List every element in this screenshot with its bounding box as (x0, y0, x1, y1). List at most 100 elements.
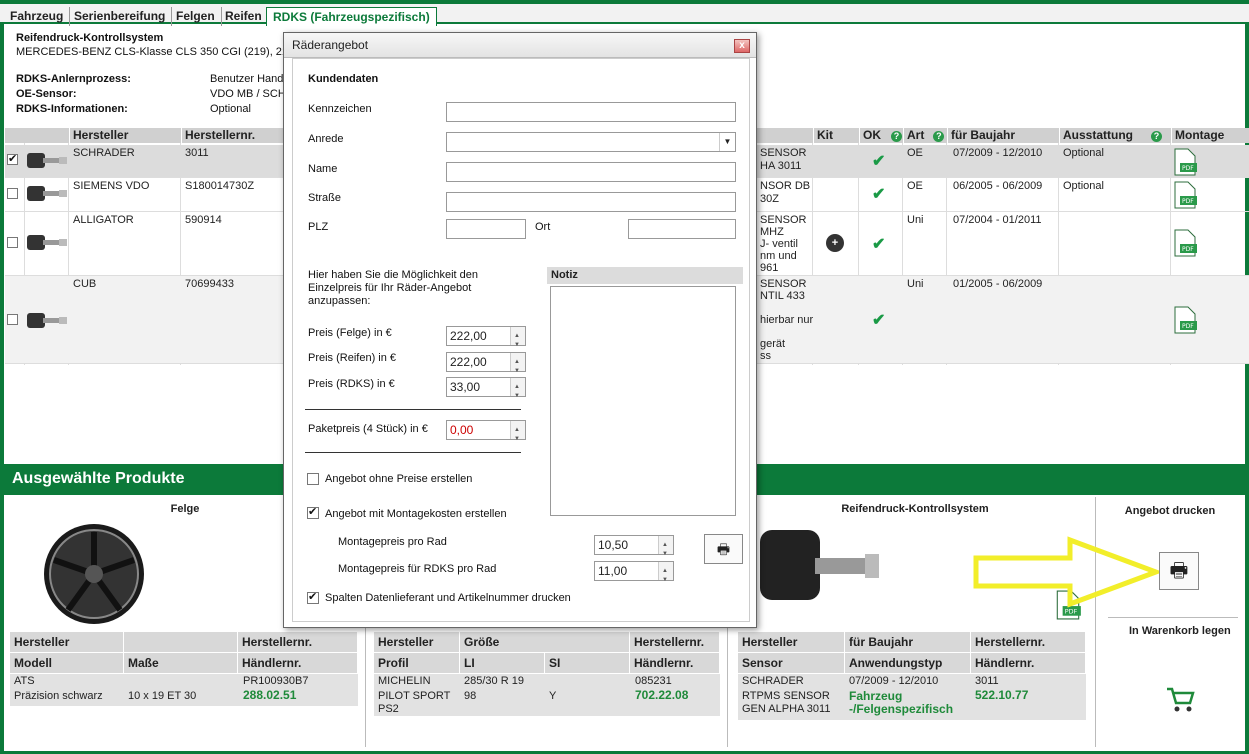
montage-rdks-label: Montagepreis für RDKS pro Rad (338, 563, 497, 575)
tire-maker: MICHELIN (378, 675, 431, 687)
rdks-sensor: RTPMS SENSOR GEN ALPHA 3011 (742, 690, 831, 715)
felge-maker: ATS (14, 675, 35, 687)
ok-check-icon: ✔ (872, 153, 886, 170)
preis-reifen-stepper[interactable]: 222,00 (446, 352, 526, 380)
print-offer-button[interactable]: 🖶 (1159, 552, 1199, 590)
col-baujahr[interactable]: für Baujahr (947, 128, 1059, 143)
felge-h-blank (124, 632, 238, 652)
col-herstellernr[interactable]: Herstellernr. (181, 128, 281, 143)
ort-input[interactable] (628, 219, 736, 239)
spin-arrows-icon[interactable] (510, 327, 525, 354)
name-label: Name (308, 163, 338, 175)
plz-label: PLZ (308, 221, 329, 233)
help-icon[interactable]: ? (1151, 131, 1162, 142)
spin-arrows-icon[interactable] (510, 353, 525, 380)
row-art: Uni (907, 278, 924, 290)
tab-fahrzeug[interactable]: Fahrzeug (4, 7, 71, 26)
pdf-icon[interactable]: PDF (1172, 148, 1198, 176)
row-herstellernr: 590914 (185, 214, 222, 226)
kit-plus-icon[interactable]: + (826, 234, 844, 252)
col-ok[interactable]: OK? (859, 128, 903, 143)
felge-heading: Felge (170, 503, 200, 515)
ok-check-icon: ✔ (872, 312, 886, 329)
col-kit[interactable]: Kit? (813, 128, 859, 157)
cart-icon[interactable] (1165, 686, 1195, 714)
pdf-icon[interactable]: PDF (1172, 306, 1198, 334)
opt-montagekosten-checkbox[interactable] (307, 505, 319, 519)
spin-arrows-icon[interactable] (510, 421, 525, 448)
rdks-h-haendlernr: Händlernr. (971, 653, 1086, 673)
preis-felge-stepper[interactable]: 222,00 (446, 326, 526, 354)
plz-input[interactable] (446, 219, 526, 239)
tab-serienbereifung[interactable]: Serienbereifung (68, 7, 173, 26)
row-checkbox[interactable] (7, 188, 18, 199)
montage-rad-value: 10,50 (598, 538, 629, 552)
anrede-label: Anrede (308, 133, 344, 145)
col-art-label: Art (907, 128, 925, 142)
kennzeichen-input[interactable] (446, 102, 736, 122)
tire-h-profil: Profil (374, 653, 460, 673)
row-description: SENSOR MHZ J- ventil nm und 961 (760, 214, 807, 274)
row-checkbox[interactable] (7, 152, 18, 165)
paket-label: Paketpreis (4 Stück) in € (308, 423, 428, 435)
customer-section-title: Kundendaten (308, 73, 379, 85)
rdks-type: Fahrzeug -/Felgenspezifisch (849, 689, 954, 716)
divider (1108, 617, 1238, 618)
col-art[interactable]: Art? (903, 128, 947, 143)
preis-felge-value: 222,00 (450, 329, 487, 343)
sensor-image (27, 186, 67, 201)
chevron-down-icon[interactable]: ▼ (719, 133, 735, 151)
divider (305, 409, 521, 410)
tire-size: 285/30 R 19 (464, 675, 524, 687)
row-herstellernr: S180014730Z (185, 180, 255, 192)
row-checkbox[interactable] (7, 237, 18, 248)
svg-text:PDF: PDF (1182, 323, 1194, 330)
sensor-image (27, 235, 67, 250)
svg-text:PDF: PDF (1065, 608, 1078, 616)
col-montage[interactable]: Montage (1171, 128, 1249, 143)
strasse-input[interactable] (446, 192, 736, 212)
opt-montagekosten-label: Angebot mit Montagekosten erstellen (325, 508, 507, 520)
close-icon[interactable]: x (734, 39, 750, 53)
row-art: OE (907, 147, 923, 159)
row-description: SENSOR HA 3011 (760, 147, 807, 172)
notiz-textarea[interactable] (550, 286, 736, 516)
tire-li: 98 (464, 690, 477, 702)
preis-rdks-value: 33,00 (450, 380, 481, 394)
opt-datenlieferant-checkbox[interactable] (307, 590, 319, 604)
printer-icon: 🖶 (716, 541, 731, 557)
preis-felge-label: Preis (Felge) in € (308, 327, 392, 339)
spin-arrows-icon[interactable] (658, 536, 673, 563)
row-hersteller: ALLIGATOR (73, 214, 134, 226)
pdf-icon[interactable]: PDF (1172, 229, 1198, 257)
row-checkbox[interactable] (7, 314, 18, 325)
col-ausstattung-label: Ausstattung (1063, 128, 1133, 142)
anrede-select[interactable]: ▼ (446, 132, 736, 152)
felge-h-masse: Maße (124, 653, 238, 673)
preis-rdks-stepper[interactable]: 33,00 (446, 377, 526, 405)
row-description: NSOR DB 30Z (760, 180, 811, 205)
paket-stepper[interactable]: 0,00 (446, 420, 526, 448)
rdks-sensor-image (760, 530, 879, 600)
name-input[interactable] (446, 162, 736, 182)
help-icon[interactable]: ? (891, 131, 902, 142)
tire-h-hersteller: Hersteller (374, 632, 460, 652)
opt-ohne-preise-checkbox[interactable] (307, 473, 319, 485)
felge-price: 288.02.51 (243, 688, 297, 702)
help-icon[interactable]: ? (933, 131, 945, 142)
spin-arrows-icon[interactable] (658, 562, 673, 589)
preis-rdks-label: Preis (RDKS) in € (308, 378, 395, 390)
montage-rdks-stepper[interactable]: 11,00 (594, 561, 674, 589)
tab-reifen[interactable]: Reifen (219, 7, 269, 26)
dialog-title: Räderangebot x (284, 33, 756, 58)
spin-arrows-icon[interactable] (510, 378, 525, 405)
col-hersteller[interactable]: Hersteller (69, 128, 181, 143)
montage-rad-stepper[interactable]: 10,50 (594, 535, 674, 563)
tab-felgen[interactable]: Felgen (170, 7, 222, 26)
dialog-print-button[interactable]: 🖶 (704, 534, 743, 564)
pdf-icon[interactable]: PDF (1172, 181, 1198, 209)
row-baujahr: 07/2004 - 01/2011 (953, 214, 1042, 226)
col-ausstattung[interactable]: Ausstattung? (1059, 128, 1171, 143)
tab-rdks[interactable]: RDKS (Fahrzeugspezifisch) (266, 7, 437, 26)
felge-size: 10 x 19 ET 30 (128, 690, 197, 702)
